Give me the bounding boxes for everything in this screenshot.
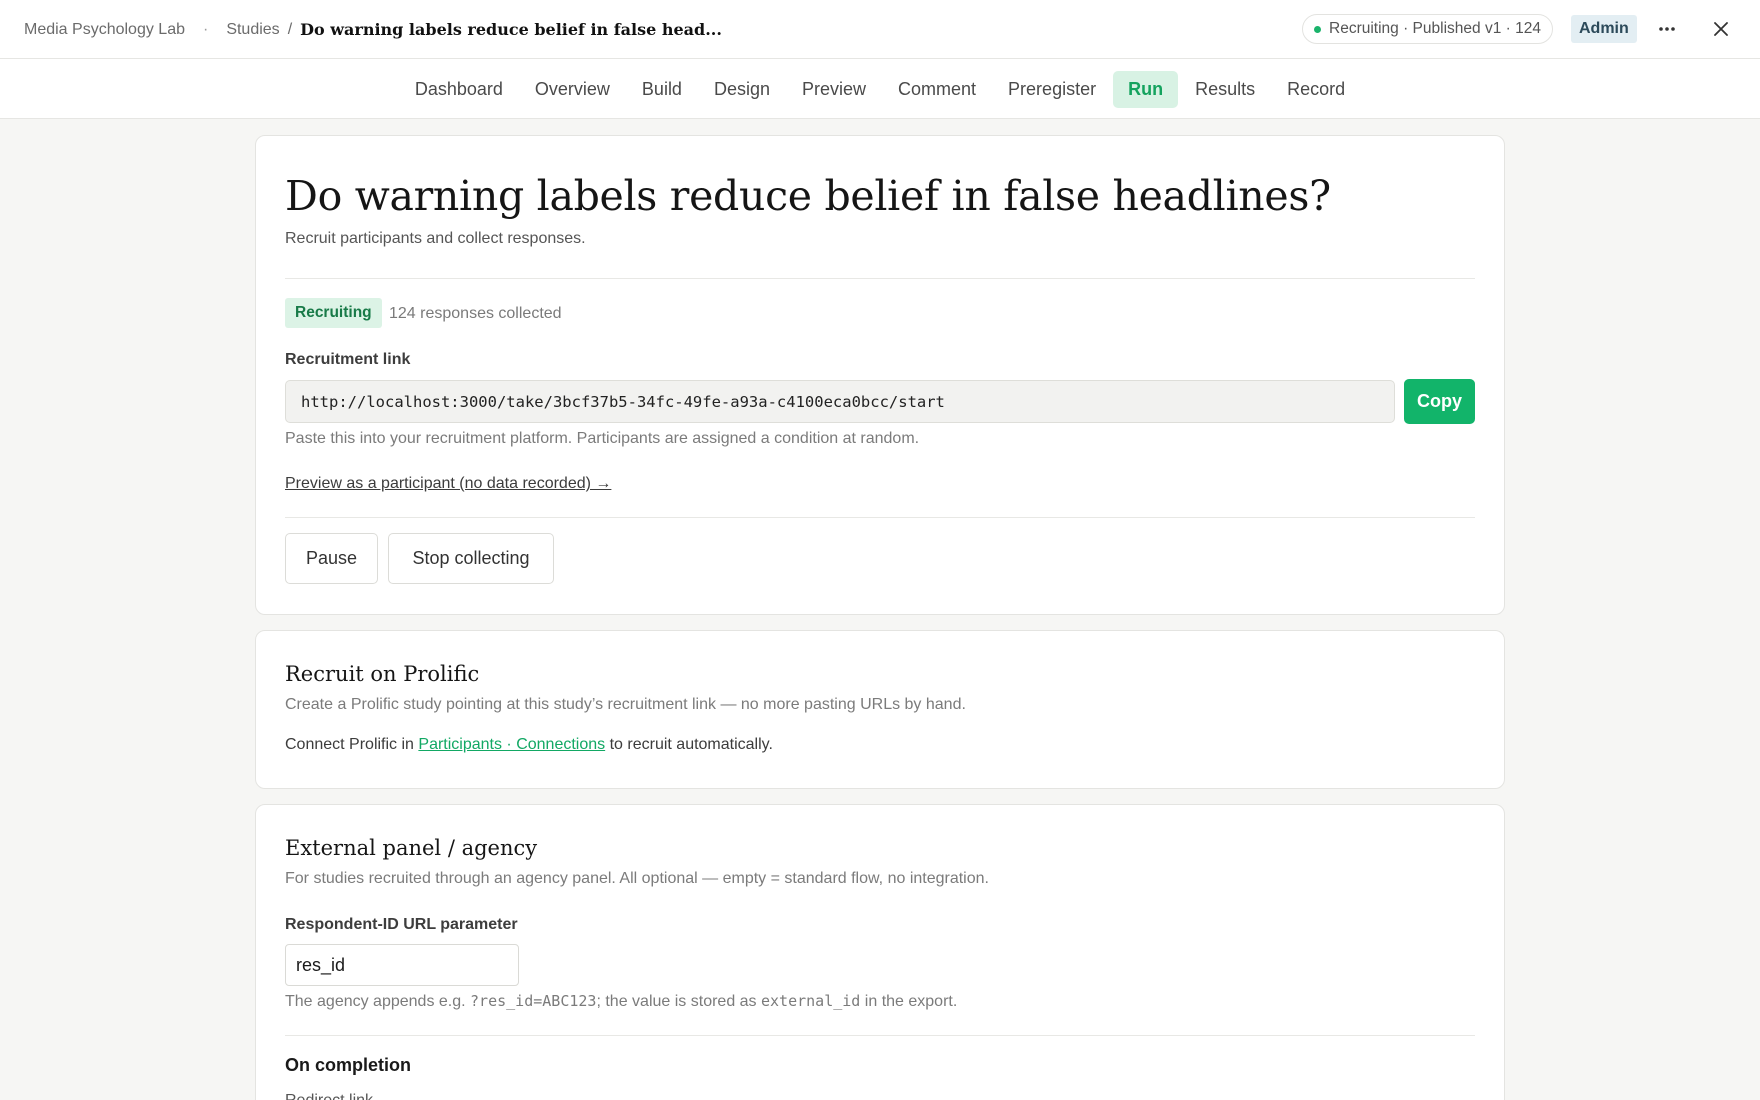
breadcrumb-separator: /: [287, 20, 293, 38]
respondent-id-help: The agency appends e.g. ?res_id=ABC123; …: [285, 992, 957, 1011]
respondent-id-input[interactable]: res_id: [285, 944, 519, 986]
close-button[interactable]: [1706, 14, 1736, 44]
tab-preregister[interactable]: Preregister: [993, 71, 1111, 108]
top-bar: Media Psychology Lab · Studies / Do warn…: [0, 0, 1760, 59]
tab-record[interactable]: Record: [1272, 71, 1360, 108]
preview-as-participant-link[interactable]: Preview as a participant (no data record…: [285, 475, 611, 493]
page-subtitle: Recruit participants and collect respons…: [285, 230, 586, 247]
breadcrumb-org[interactable]: Media Psychology Lab: [24, 21, 185, 39]
help-suffix: in the export.: [860, 993, 958, 1010]
redirect-link-label: Redirect link: [285, 1092, 373, 1100]
status-badge: Recruiting: [285, 298, 382, 328]
breadcrumb-studies[interactable]: Studies: [226, 21, 279, 39]
tab-results[interactable]: Results: [1180, 71, 1270, 108]
breadcrumb-current-study: Do warning labels reduce belief in false…: [300, 20, 722, 39]
divider: [285, 1035, 1475, 1036]
help-middle: ; the value is stored as: [596, 993, 761, 1010]
close-icon: [1714, 22, 1728, 36]
prolific-title: Recruit on Prolific: [285, 662, 480, 686]
on-completion-heading: On completion: [285, 1055, 411, 1075]
external-panel-card: External panel / agency For studies recr…: [255, 804, 1505, 1100]
prolific-connect-text: Connect Prolific in Participants · Conne…: [285, 736, 773, 754]
breadcrumb: Media Psychology Lab · Studies / Do warn…: [24, 0, 722, 59]
connect-suffix: to recruit automatically.: [605, 736, 773, 753]
tabs: Dashboard Overview Build Design Preview …: [0, 59, 1760, 119]
divider: [285, 278, 1475, 279]
participants-connections-link[interactable]: Participants · Connections: [418, 736, 605, 753]
connect-prefix: Connect Prolific in: [285, 736, 419, 753]
help-code-example: ?res_id=ABC123: [470, 992, 597, 1010]
study-status-pill[interactable]: Recruiting · Published v1 · 124: [1302, 14, 1553, 44]
more-horizontal-icon: [1659, 27, 1675, 31]
recruitment-link-help: Paste this into your recruitment platfor…: [285, 430, 920, 447]
tab-comment[interactable]: Comment: [883, 71, 991, 108]
tab-design[interactable]: Design: [699, 71, 785, 108]
external-panel-title: External panel / agency: [285, 836, 538, 860]
tab-run[interactable]: Run: [1113, 70, 1179, 108]
recruitment-link-field[interactable]: http://localhost:3000/take/3bcf37b5-34fc…: [285, 380, 1395, 423]
prolific-card: Recruit on Prolific Create a Prolific st…: [255, 630, 1505, 789]
respondent-id-label: Respondent-ID URL parameter: [285, 916, 518, 933]
tab-preview[interactable]: Preview: [787, 71, 881, 108]
study-status-text: Recruiting · Published v1 · 124: [1329, 20, 1541, 37]
stop-collecting-button[interactable]: Stop collecting: [388, 533, 554, 584]
help-code-field: external_id: [761, 992, 861, 1010]
prolific-description: Create a Prolific study pointing at this…: [285, 696, 966, 713]
copy-button[interactable]: Copy: [1404, 379, 1475, 424]
status-dot-icon: [1314, 25, 1321, 33]
divider: [285, 517, 1475, 518]
responses-count: 124 responses collected: [389, 305, 562, 322]
study-tab-bar: Dashboard Overview Build Design Preview …: [0, 59, 1760, 119]
run-card: Do warning labels reduce belief in false…: [255, 135, 1505, 615]
admin-role-badge: Admin: [1571, 15, 1637, 43]
page-title: Do warning labels reduce belief in false…: [285, 172, 1331, 220]
tab-dashboard[interactable]: Dashboard: [400, 71, 518, 108]
help-prefix: The agency appends e.g.: [285, 993, 471, 1010]
more-options-button[interactable]: [1652, 14, 1682, 44]
external-panel-description: For studies recruited through an agency …: [285, 870, 989, 887]
recruitment-link-label: Recruitment link: [285, 351, 411, 368]
breadcrumb-dot: ·: [202, 20, 209, 38]
tab-build[interactable]: Build: [627, 71, 697, 108]
pause-button[interactable]: Pause: [285, 533, 378, 584]
tab-overview[interactable]: Overview: [520, 71, 625, 108]
